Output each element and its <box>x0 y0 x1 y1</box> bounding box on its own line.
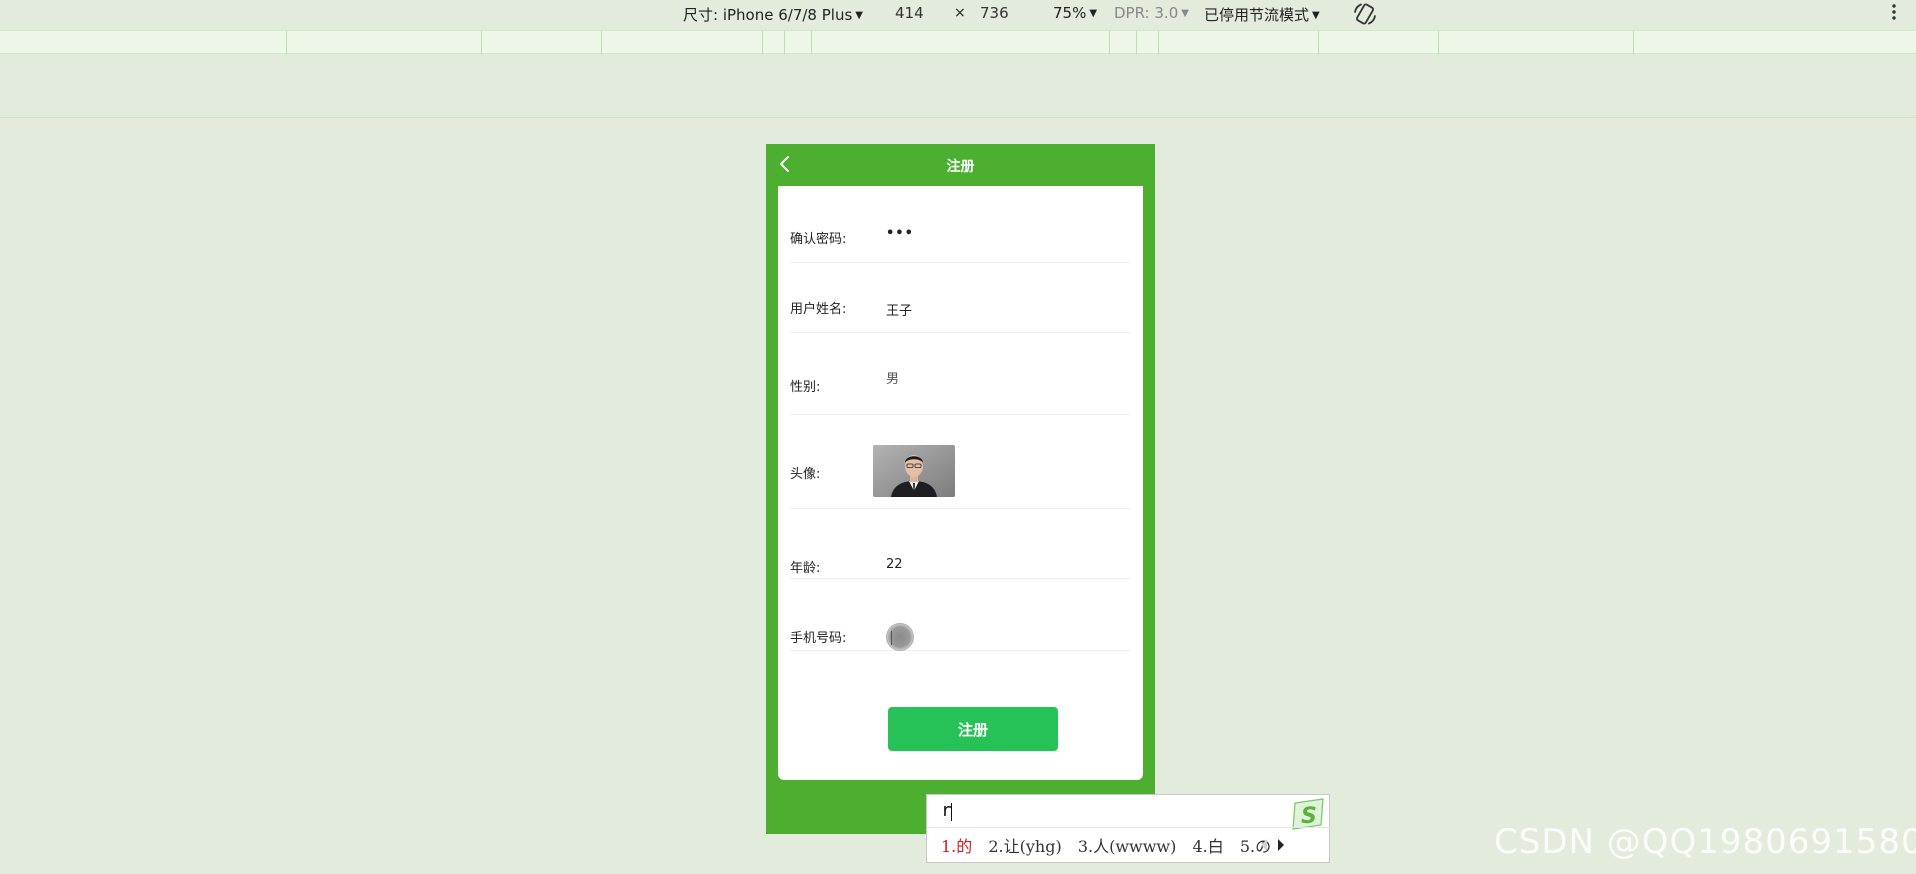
phone-label: 手机号码: <box>790 631 847 646</box>
gender-picker[interactable]: 男 <box>886 368 899 387</box>
ruler-tick <box>481 31 482 55</box>
ruler-tick <box>1438 31 1439 55</box>
viewport-width-input[interactable]: 414 <box>895 4 924 22</box>
svg-text:S: S <box>1301 804 1317 829</box>
ruler-tick <box>286 31 287 55</box>
avatar-row: 头像: <box>790 415 1131 509</box>
caret-down-icon: ▼ <box>1312 10 1320 21</box>
name-row: 用户姓名: 王子 <box>790 263 1131 333</box>
ime-candidate-list: 1.的 2.让(yhg) 3.人(wwww) 4.白 5.の <box>941 833 1282 857</box>
caret-down-icon: ▼ <box>1181 8 1189 19</box>
phone-row: 手机号码: <box>790 579 1131 651</box>
page-title: 注册 <box>946 159 975 175</box>
ruler-tick <box>601 31 602 55</box>
device-selector-label: 尺寸: iPhone 6/7/8 Plus <box>683 6 853 24</box>
viewport-height-input[interactable]: 736 <box>980 4 1009 22</box>
dimension-separator: × <box>954 5 966 21</box>
ime-candidate[interactable]: 3.人(wwww) <box>1078 837 1177 856</box>
ime-separator <box>927 827 1331 828</box>
caret-down-icon: ▼ <box>1089 8 1098 19</box>
name-field[interactable]: 王子 <box>886 300 912 319</box>
gender-row: 性别: 男 <box>790 333 1131 415</box>
ruler-tick <box>1109 31 1110 55</box>
ruler-tick <box>1318 31 1319 55</box>
ruler-tick <box>1136 31 1137 55</box>
sogou-logo-icon[interactable]: S <box>1289 797 1327 831</box>
ime-text-cursor <box>951 803 952 821</box>
phone-viewport: 注册 确认密码: ••• 用户姓名: 王子 性别: 男 头像: 年龄: 22 手… <box>766 144 1155 834</box>
ime-next-page-icon[interactable] <box>1275 837 1287 853</box>
register-form-card: 确认密码: ••• 用户姓名: 王子 性别: 男 头像: 年龄: 22 手机号码… <box>778 186 1143 780</box>
zoom-label: 75% <box>1053 4 1087 22</box>
rotate-icon[interactable] <box>1352 1 1378 27</box>
nav-bar: 注册 <box>766 144 1155 186</box>
dpr-selector[interactable]: DPR: 3.0 ▼ <box>1114 4 1189 22</box>
confirm-password-field[interactable]: ••• <box>886 226 914 241</box>
ruler-tick <box>811 31 812 55</box>
confirm-password-row: 确认密码: ••• <box>790 186 1131 263</box>
ruler-tick <box>762 31 763 55</box>
avatar-label: 头像: <box>790 467 821 482</box>
ime-candidate-window: r S 1.的 2.让(yhg) 3.人(wwww) 4.白 5.の <box>926 794 1331 863</box>
confirm-password-label: 确认密码: <box>790 232 847 247</box>
avatar-image[interactable] <box>873 445 955 497</box>
name-label: 用户姓名: <box>790 302 847 317</box>
ime-candidate[interactable]: 1.的 <box>941 837 972 856</box>
throttle-label: 已停用节流模式 <box>1204 6 1310 24</box>
ruler-tick <box>1158 31 1159 55</box>
ime-prev-page-icon[interactable] <box>1258 837 1270 853</box>
age-label: 年龄: <box>790 561 821 576</box>
more-vertical-icon[interactable] <box>1890 2 1898 22</box>
ruler-tick <box>784 31 785 55</box>
device-selector[interactable]: 尺寸: iPhone 6/7/8 Plus ▼ <box>683 4 863 25</box>
media-query-ruler[interactable] <box>0 30 1916 55</box>
age-row: 年龄: 22 <box>790 509 1131 579</box>
touch-cursor-indicator <box>886 623 914 651</box>
caret-down-icon: ▼ <box>855 10 863 21</box>
throttle-selector[interactable]: 已停用节流模式 ▼ <box>1204 4 1320 25</box>
age-field[interactable]: 22 <box>886 557 903 572</box>
register-button[interactable]: 注册 <box>888 707 1058 751</box>
ruler-tick <box>1633 31 1634 55</box>
dpr-label: DPR: 3.0 <box>1114 4 1179 22</box>
gender-label: 性别: <box>790 380 821 395</box>
watermark-text: CSDN @QQ1980691580 <box>1494 822 1916 862</box>
ime-candidate[interactable]: 2.让(yhg) <box>988 837 1061 856</box>
devtools-device-toolbar: 尺寸: iPhone 6/7/8 Plus ▼ 414 × 736 75% ▼ DP… <box>0 0 1916 28</box>
ime-candidate[interactable]: 4.白 <box>1192 837 1223 856</box>
zoom-selector[interactable]: 75% ▼ <box>1053 4 1097 22</box>
ruler-guide-line <box>0 117 1916 118</box>
